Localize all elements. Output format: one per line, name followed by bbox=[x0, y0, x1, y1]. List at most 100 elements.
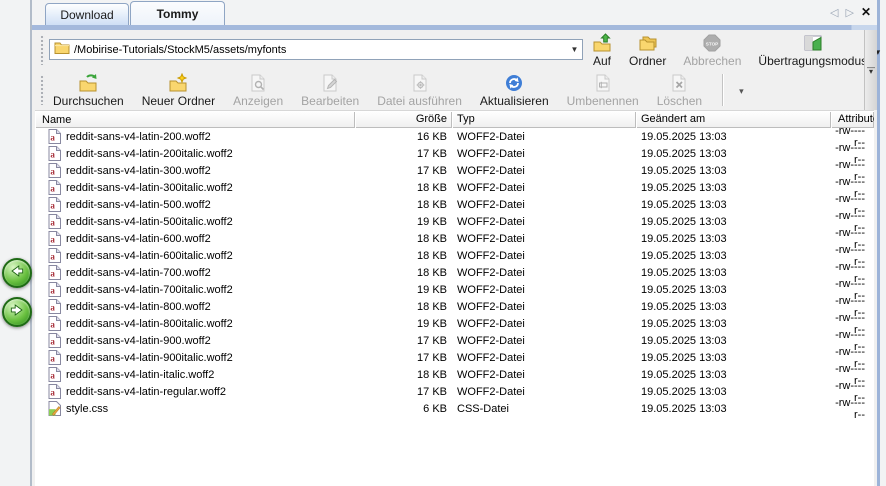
font-file-icon: a bbox=[48, 316, 61, 331]
file-row[interactable]: areddit-sans-v4-latin-800.woff218 KBWOFF… bbox=[35, 298, 874, 315]
column-header-attributes[interactable]: Attribute bbox=[831, 111, 874, 128]
file-row[interactable]: areddit-sans-v4-latin-900italic.woff217 … bbox=[35, 349, 874, 366]
up-button[interactable]: Auf bbox=[588, 32, 616, 69]
file-name: reddit-sans-v4-latin-italic.woff2 bbox=[66, 369, 214, 381]
new-folder-button[interactable]: Neuer Ordner bbox=[138, 72, 219, 109]
refresh-icon bbox=[504, 73, 524, 93]
file-commands: DurchsuchenNeuer OrdnerAnzeigenBearbeite… bbox=[49, 72, 747, 109]
file-row[interactable]: areddit-sans-v4-latin-600italic.woff218 … bbox=[35, 247, 874, 264]
transfer-mode-button[interactable]: Übertragungsmodus▾ bbox=[754, 32, 871, 69]
font-file-icon: a bbox=[48, 163, 61, 178]
edit-file-icon bbox=[320, 73, 340, 93]
file-modified: 19.05.2025 13:03 bbox=[636, 284, 831, 296]
session-toolbar: AufOrdnerSTOPAbbrechenÜbertragungsmodus▾ bbox=[588, 32, 871, 69]
file-type: WOFF2-Datei bbox=[452, 301, 636, 313]
file-type: WOFF2-Datei bbox=[452, 267, 636, 279]
file-row[interactable]: a reddit-sans-v4-latin-800italic.woff2 19 … bbox=[35, 315, 874, 332]
tab-tommy[interactable]: Tommy bbox=[130, 1, 225, 25]
css-file-icon bbox=[48, 401, 61, 416]
file-type: WOFF2-Datei bbox=[452, 318, 636, 330]
transfer-mode-icon bbox=[803, 33, 823, 53]
file-type: WOFF2-Datei bbox=[452, 335, 636, 347]
remote-path-value: /Mobirise-Tutorials/StockM5/assets/myfon… bbox=[70, 44, 567, 56]
file-size: 6 KB bbox=[355, 403, 452, 415]
file-list-header: Name Größe Typ Geändert am Attribute bbox=[35, 111, 874, 128]
font-file-icon: a bbox=[48, 231, 61, 246]
file-row[interactable]: style.css6 KBCSS-Datei19.05.2025 13:03-r… bbox=[35, 400, 874, 417]
tab-scroll-left-icon[interactable]: ◁ bbox=[830, 6, 838, 19]
file-name: reddit-sans-v4-latin-800italic.woff2 bbox=[66, 318, 233, 330]
toolbar-overflow-button[interactable]: —▾ bbox=[864, 30, 877, 110]
file-modified: 19.05.2025 13:03 bbox=[636, 352, 831, 364]
more-commands-dropdown-icon[interactable]: ▾ bbox=[736, 72, 747, 97]
file-type: WOFF2-Datei bbox=[452, 386, 636, 398]
file-size: 16 KB bbox=[355, 131, 452, 143]
remote-file-panel: Download Tommy ◁ ▷ ✕ /Mobirise-Tutorials… bbox=[30, 0, 880, 486]
column-header-modified[interactable]: Geändert am bbox=[636, 111, 831, 128]
file-row[interactable]: areddit-sans-v4-latin-italic.woff218 KBW… bbox=[35, 366, 874, 383]
svg-text:a: a bbox=[50, 388, 55, 398]
browse-button[interactable]: Durchsuchen bbox=[49, 72, 128, 109]
font-file-icon: a bbox=[48, 197, 61, 212]
file-row[interactable]: areddit-sans-v4-latin-300italic.woff218 … bbox=[35, 179, 874, 196]
directory-button[interactable]: Ordner bbox=[625, 32, 670, 69]
back-button[interactable] bbox=[2, 258, 32, 288]
chevron-down-icon: —▾ bbox=[867, 66, 875, 74]
file-name: reddit-sans-v4-latin-700italic.woff2 bbox=[66, 284, 233, 296]
font-file-icon: a bbox=[48, 146, 61, 161]
file-modified: 19.05.2025 13:03 bbox=[636, 216, 831, 228]
file-size: 17 KB bbox=[355, 335, 452, 347]
refresh-button[interactable]: Aktualisieren bbox=[476, 72, 553, 109]
file-row[interactable]: areddit-sans-v4-latin-500.woff218 KBWOFF… bbox=[35, 196, 874, 213]
file-name: reddit-sans-v4-latin-regular.woff2 bbox=[66, 386, 226, 398]
file-name: style.css bbox=[66, 403, 108, 415]
file-list-body: areddit-sans-v4-latin-200.woff216 KBWOFF… bbox=[35, 128, 874, 486]
file-size: 18 KB bbox=[355, 199, 452, 211]
folder-browse-icon bbox=[78, 73, 98, 93]
file-row[interactable]: areddit-sans-v4-latin-500italic.woff219 … bbox=[35, 213, 874, 230]
file-modified: 19.05.2025 13:03 bbox=[636, 267, 831, 279]
path-dropdown-icon[interactable]: ▼ bbox=[567, 40, 582, 59]
forward-button[interactable] bbox=[2, 297, 32, 327]
toolbar-grip[interactable] bbox=[40, 35, 45, 65]
file-type: WOFF2-Datei bbox=[452, 148, 636, 160]
column-header-type[interactable]: Typ bbox=[452, 111, 636, 128]
toolbar-grip[interactable] bbox=[40, 75, 45, 105]
file-row[interactable]: areddit-sans-v4-latin-700italic.woff219 … bbox=[35, 281, 874, 298]
file-type: WOFF2-Datei bbox=[452, 233, 636, 245]
toolbar-button-label: Bearbeiten bbox=[301, 94, 359, 108]
file-size: 19 KB bbox=[355, 318, 452, 330]
toolbar-button-label: Übertragungsmodus bbox=[758, 54, 867, 68]
file-name: reddit-sans-v4-latin-800.woff2 bbox=[66, 301, 211, 313]
tab-download[interactable]: Download bbox=[45, 3, 129, 25]
tab-scroll-right-icon[interactable]: ▷ bbox=[845, 6, 853, 19]
file-row[interactable]: areddit-sans-v4-latin-900.woff217 KBWOFF… bbox=[35, 332, 874, 349]
file-modified: 19.05.2025 13:03 bbox=[636, 165, 831, 177]
file-row[interactable]: areddit-sans-v4-latin-200.woff216 KBWOFF… bbox=[35, 128, 874, 145]
file-type: WOFF2-Datei bbox=[452, 250, 636, 262]
toolbar-button-label: Aktualisieren bbox=[480, 94, 549, 108]
file-row[interactable]: areddit-sans-v4-latin-600.woff218 KBWOFF… bbox=[35, 230, 874, 247]
font-file-icon: a bbox=[48, 367, 61, 382]
toolbar-button-label: Datei ausführen bbox=[377, 94, 462, 108]
column-header-name[interactable]: Name bbox=[35, 111, 355, 128]
file-attributes: -rw----r-- bbox=[831, 397, 874, 421]
close-tab-icon[interactable]: ✕ bbox=[861, 5, 871, 19]
svg-text:a: a bbox=[50, 286, 55, 296]
path-combobox[interactable]: /Mobirise-Tutorials/StockM5/assets/myfon… bbox=[49, 39, 583, 60]
execute-button: Datei ausführen bbox=[373, 72, 466, 109]
file-row[interactable]: areddit-sans-v4-latin-300.woff217 KBWOFF… bbox=[35, 162, 874, 179]
file-row[interactable]: areddit-sans-v4-latin-regular.woff217 KB… bbox=[35, 383, 874, 400]
svg-text:a: a bbox=[50, 201, 55, 211]
file-row[interactable]: areddit-sans-v4-latin-700.woff218 KBWOFF… bbox=[35, 264, 874, 281]
file-row[interactable]: areddit-sans-v4-latin-200italic.woff217 … bbox=[35, 145, 874, 162]
file-type: WOFF2-Datei bbox=[452, 131, 636, 143]
file-modified: 19.05.2025 13:03 bbox=[636, 403, 831, 415]
font-file-icon: a bbox=[48, 265, 61, 280]
folder-up-icon bbox=[592, 33, 612, 53]
file-size: 18 KB bbox=[355, 369, 452, 381]
file-modified: 19.05.2025 13:03 bbox=[636, 250, 831, 262]
folders-icon bbox=[638, 33, 658, 53]
column-header-size[interactable]: Größe bbox=[355, 111, 452, 128]
font-file-icon: a bbox=[48, 350, 61, 365]
